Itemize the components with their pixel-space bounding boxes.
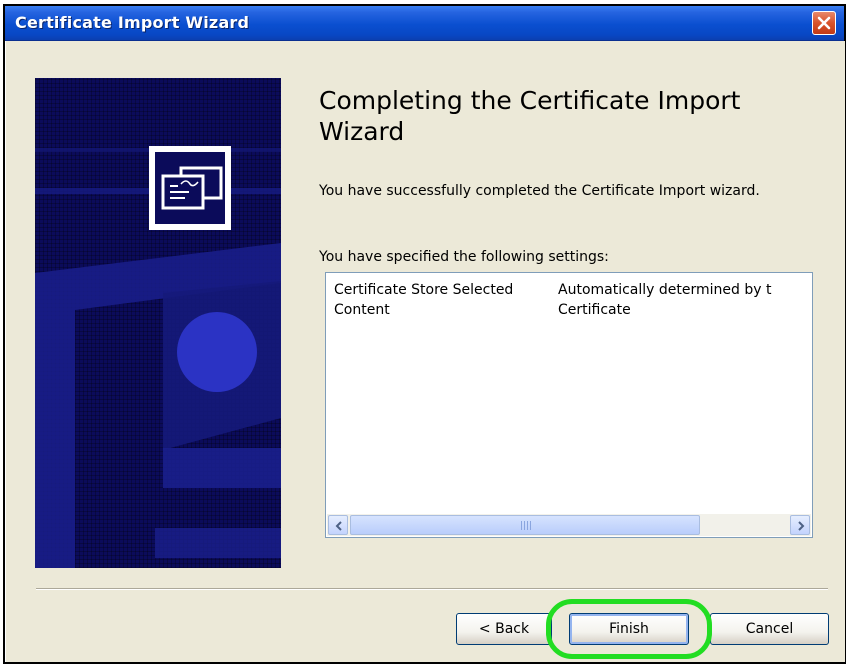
title-bar: Certificate Import Wizard (5, 6, 844, 41)
chevron-left-icon (335, 521, 342, 531)
scroll-thumb[interactable] (350, 515, 700, 535)
settings-label: You have specified the following setting… (319, 249, 609, 265)
wizard-content: Completing the Certificate Import Wizard… (5, 41, 845, 662)
setting-value: Automatically determined by t (558, 282, 772, 298)
scroll-grip (521, 521, 531, 530)
window-title: Certificate Import Wizard (15, 13, 250, 32)
list-item[interactable]: Content Certificate (334, 300, 809, 320)
settings-list[interactable]: Certificate Store Selected Automatically… (325, 272, 813, 538)
setting-value: Certificate (558, 302, 631, 318)
setting-name: Certificate Store Selected (334, 282, 514, 298)
footer-divider (36, 588, 828, 590)
completion-message: You have successfully completed the Cert… (319, 183, 760, 199)
page-heading: Completing the Certificate Import Wizard (319, 86, 741, 146)
certificate-icon (149, 146, 231, 230)
finish-button[interactable]: Finish (569, 613, 689, 645)
wizard-banner-image (35, 78, 281, 568)
setting-name: Content (334, 302, 390, 318)
horizontal-scrollbar[interactable] (327, 514, 811, 536)
list-item[interactable]: Certificate Store Selected Automatically… (334, 280, 809, 300)
scroll-left-button[interactable] (328, 515, 348, 535)
scroll-right-button[interactable] (790, 515, 810, 535)
close-icon (817, 16, 831, 30)
chevron-right-icon (798, 521, 805, 531)
wizard-window: Certificate Import Wizard Completing the… (3, 4, 846, 664)
cancel-button[interactable]: Cancel (710, 613, 829, 645)
close-button[interactable] (812, 11, 836, 35)
back-button[interactable]: < Back (456, 613, 552, 645)
